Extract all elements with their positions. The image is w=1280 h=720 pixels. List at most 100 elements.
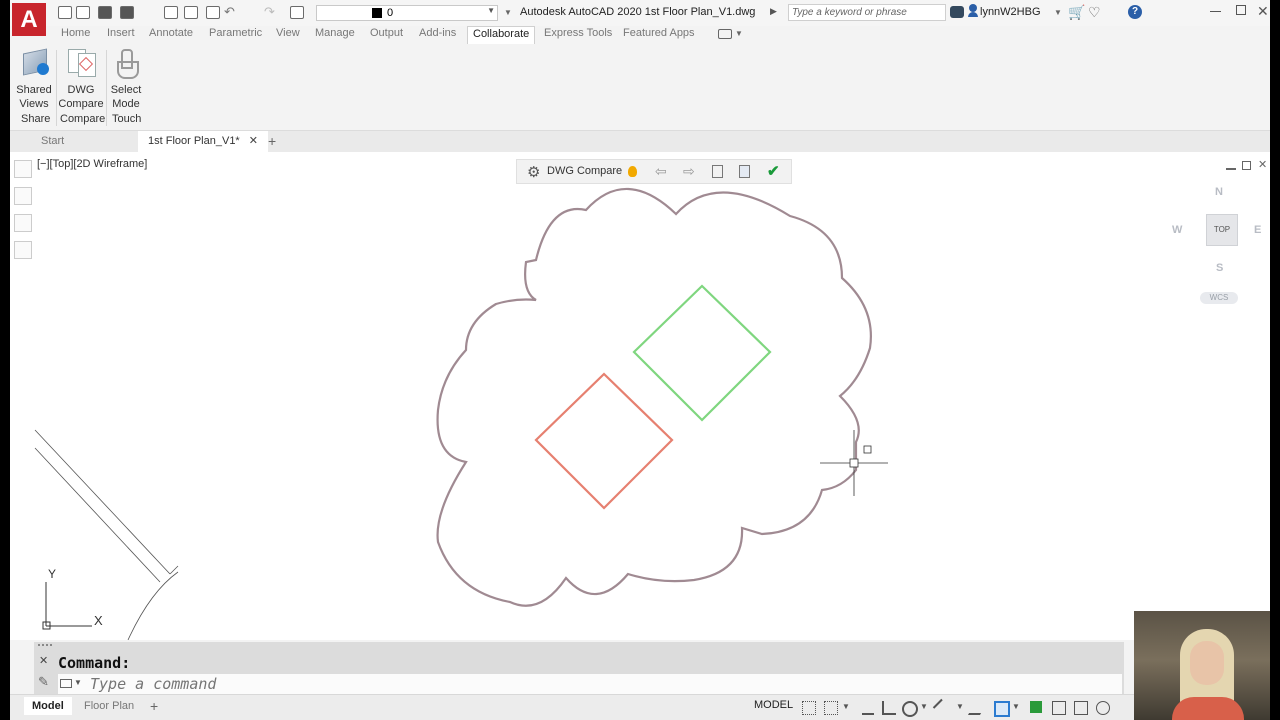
window-title: Autodesk AutoCAD 2020 1st Floor Plan_V1.… xyxy=(520,6,756,18)
tab-annotate[interactable]: Annotate xyxy=(149,27,193,39)
osnap-chevron-icon[interactable]: ▼ xyxy=(1012,702,1020,711)
restore-window-icon[interactable] xyxy=(1236,5,1246,15)
drawing-minimize-icon[interactable] xyxy=(1226,168,1236,170)
new-file-icon[interactable] xyxy=(58,6,72,19)
object-snap-icon[interactable] xyxy=(994,701,1010,717)
tab-parametric[interactable]: Parametric xyxy=(209,27,262,39)
ribbon-panel: Shared Views DWG Compare Select Mode Sha… xyxy=(10,44,1270,131)
tab-insert[interactable]: Insert xyxy=(107,27,135,39)
wcs-menu[interactable]: WCS xyxy=(1200,292,1238,304)
customize-command-line-icon[interactable]: ✎ xyxy=(38,674,49,690)
wall-line[interactable] xyxy=(34,447,161,583)
model-space-button[interactable]: MODEL xyxy=(754,699,793,711)
a360-icon[interactable]: ♡ xyxy=(1088,4,1101,21)
quick-access-customize-icon[interactable]: ▼ xyxy=(504,8,512,17)
presenter-shirt xyxy=(1172,697,1244,720)
close-command-line-icon[interactable]: ✕ xyxy=(39,654,48,667)
help-icon[interactable]: ? xyxy=(1128,5,1142,19)
new-tab-plus-icon[interactable]: + xyxy=(268,131,276,152)
wall-line[interactable] xyxy=(34,429,171,575)
viewcube[interactable]: N W E S TOP WCS xyxy=(1172,182,1262,312)
infer-constraints-icon[interactable] xyxy=(862,701,874,715)
layer-color-swatch xyxy=(372,8,382,18)
ribbon-minimize-icon[interactable] xyxy=(718,29,732,39)
dwg-compare-icon xyxy=(66,47,96,77)
polar-chevron-icon[interactable]: ▼ xyxy=(920,702,928,711)
autodesk-app-store-icon[interactable]: 🛒 xyxy=(1068,4,1085,21)
recent-commands-icon[interactable] xyxy=(60,679,72,688)
chevron-down-icon: ▼ xyxy=(487,6,495,15)
close-tab-icon[interactable]: ✕ xyxy=(249,135,258,147)
tab-add-ins[interactable]: Add-ins xyxy=(419,27,456,39)
drawing-restore-icon[interactable] xyxy=(1242,161,1251,170)
save-icon[interactable] xyxy=(98,6,112,19)
layer-dropdown[interactable]: 0 ▼ xyxy=(316,5,498,21)
command-line-grip-icon[interactable] xyxy=(38,644,52,650)
binoculars-search-icon[interactable] xyxy=(950,6,964,18)
shared-views-button[interactable]: Shared Views xyxy=(14,44,54,111)
isometric-drafting-icon[interactable] xyxy=(932,698,952,718)
panel-label-compare: Compare xyxy=(60,113,106,125)
command-input[interactable] xyxy=(90,675,990,693)
viewcube-east[interactable]: E xyxy=(1254,224,1261,236)
add-layout-plus-icon[interactable]: + xyxy=(150,697,158,715)
select-mode-label-2: Mode xyxy=(112,98,140,110)
user-menu-chevron-icon[interactable]: ▼ xyxy=(1054,8,1062,17)
ucs-icon xyxy=(42,582,92,630)
viewcube-top-face[interactable]: TOP xyxy=(1206,214,1238,246)
object-snap-tracking-icon[interactable] xyxy=(967,701,989,715)
drawing-close-icon[interactable]: ✕ xyxy=(1258,158,1267,171)
tab-collaborate[interactable]: Collaborate xyxy=(467,26,536,44)
tab-featured-apps[interactable]: Featured Apps xyxy=(623,27,695,39)
viewcube-north[interactable]: N xyxy=(1215,186,1223,198)
redo-icon[interactable]: ↷ xyxy=(264,4,275,20)
removed-object-square[interactable] xyxy=(534,372,674,510)
search-expand-icon[interactable]: ▶ xyxy=(770,6,777,17)
iso-chevron-icon[interactable]: ▼ xyxy=(956,702,964,711)
drawing-canvas[interactable]: [−][Top][2D Wireframe] ⚙ DWG Compare ⇦ ⇨… xyxy=(10,152,1270,640)
viewcube-south[interactable]: S xyxy=(1216,262,1223,274)
recent-commands-chevron-icon[interactable]: ▼ xyxy=(74,678,82,687)
show-lineweight-icon[interactable] xyxy=(1030,701,1042,713)
layer-name: 0 xyxy=(387,7,394,19)
command-line: ✕ ✎ Command: ▼ xyxy=(34,642,1124,694)
door-swing-arc[interactable] xyxy=(127,571,179,640)
snap-mode-icon[interactable] xyxy=(824,701,838,715)
ribbon-options-chevron-icon[interactable]: ▼ xyxy=(735,29,743,38)
select-mode-label-1: Select xyxy=(110,84,142,96)
ucs-y-label: Y xyxy=(48,567,57,581)
tab-start[interactable]: Start xyxy=(41,131,64,152)
undo-icon[interactable]: ↶ xyxy=(224,4,235,20)
web-mobile-open-icon[interactable] xyxy=(184,6,198,19)
tab-view[interactable]: View xyxy=(276,27,300,39)
annotation-visibility-icon[interactable] xyxy=(1052,701,1066,715)
tab-manage[interactable]: Manage xyxy=(315,27,355,39)
polar-tracking-icon[interactable] xyxy=(902,701,918,717)
username[interactable]: lynnW2HBG xyxy=(980,6,1041,18)
tab-output[interactable]: Output xyxy=(370,27,403,39)
ortho-mode-icon[interactable] xyxy=(882,701,896,715)
snap-chevron-icon[interactable]: ▼ xyxy=(842,702,850,711)
layout-tab-floor-plan[interactable]: Floor Plan xyxy=(84,697,134,715)
plot-icon[interactable] xyxy=(206,6,220,19)
viewcube-west[interactable]: W xyxy=(1172,224,1182,236)
minimize-window-icon[interactable] xyxy=(1210,11,1221,12)
grid-icon[interactable] xyxy=(802,701,816,715)
added-object-square[interactable] xyxy=(632,284,772,422)
select-mode-button[interactable]: Select Mode xyxy=(108,44,144,111)
workspace-switching-icon[interactable] xyxy=(1096,701,1110,715)
tab-express-tools[interactable]: Express Tools xyxy=(544,27,612,39)
plot-publish-icon[interactable] xyxy=(164,6,178,19)
user-icon[interactable] xyxy=(968,4,978,18)
layer-properties-icon[interactable] xyxy=(290,6,304,19)
annotation-scale-icon[interactable] xyxy=(1074,701,1088,715)
layout-tab-model[interactable]: Model xyxy=(24,697,72,715)
search-input[interactable]: Type a keyword or phrase xyxy=(788,4,946,21)
close-window-icon[interactable]: ✕ xyxy=(1257,3,1269,20)
open-file-icon[interactable] xyxy=(76,6,90,19)
save-as-icon[interactable] xyxy=(120,6,134,19)
tab-home[interactable]: Home xyxy=(61,27,90,39)
revision-cloud[interactable] xyxy=(436,187,872,607)
dwg-compare-button[interactable]: DWG Compare xyxy=(58,44,104,111)
tab-drawing[interactable]: 1st Floor Plan_V1* ✕ xyxy=(138,131,268,152)
